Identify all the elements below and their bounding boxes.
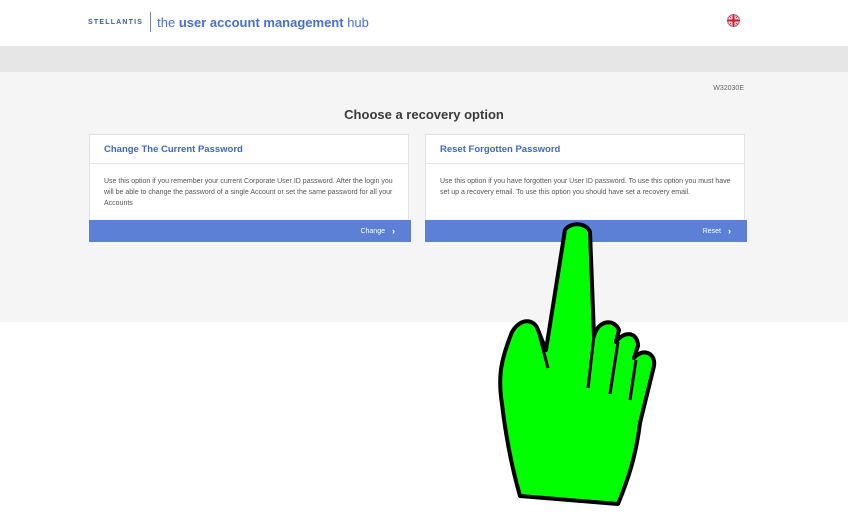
page: STELLANTIS the user account management h… — [0, 0, 848, 520]
app-title: the user account management hub — [157, 14, 369, 30]
card-title: Reset Forgotten Password — [440, 144, 561, 155]
card-description: Use this option if you have forgotten yo… — [440, 178, 731, 196]
card-divider — [426, 163, 744, 164]
page-title: Choose a recovery option — [344, 107, 504, 122]
chevron-right-icon: › — [392, 226, 395, 236]
reset-button[interactable]: Reset › — [425, 220, 747, 242]
chevron-right-icon: › — [728, 226, 731, 236]
sub-header-bar — [0, 46, 848, 72]
card-description: Use this option if you remember your cur… — [104, 178, 393, 207]
change-button[interactable]: Change › — [89, 220, 411, 242]
card-title: Change The Current Password — [104, 144, 243, 155]
change-password-card: Change The Current Password Use this opt… — [89, 134, 411, 242]
page-code: W32030E — [713, 85, 744, 92]
stellantis-logo: STELLANTIS — [88, 18, 144, 26]
change-button-label: Change — [360, 227, 385, 235]
brand[interactable]: STELLANTIS the user account management h… — [88, 11, 369, 33]
card-divider — [90, 163, 408, 164]
header: STELLANTIS the user account management h… — [0, 0, 848, 46]
reset-button-label: Reset — [702, 227, 721, 235]
main-content: W32030E Choose a recovery option Change … — [0, 72, 848, 322]
reset-password-card: Reset Forgotten Password Use this option… — [425, 134, 747, 242]
uk-flag-icon[interactable] — [727, 14, 740, 27]
brand-divider — [150, 12, 152, 32]
